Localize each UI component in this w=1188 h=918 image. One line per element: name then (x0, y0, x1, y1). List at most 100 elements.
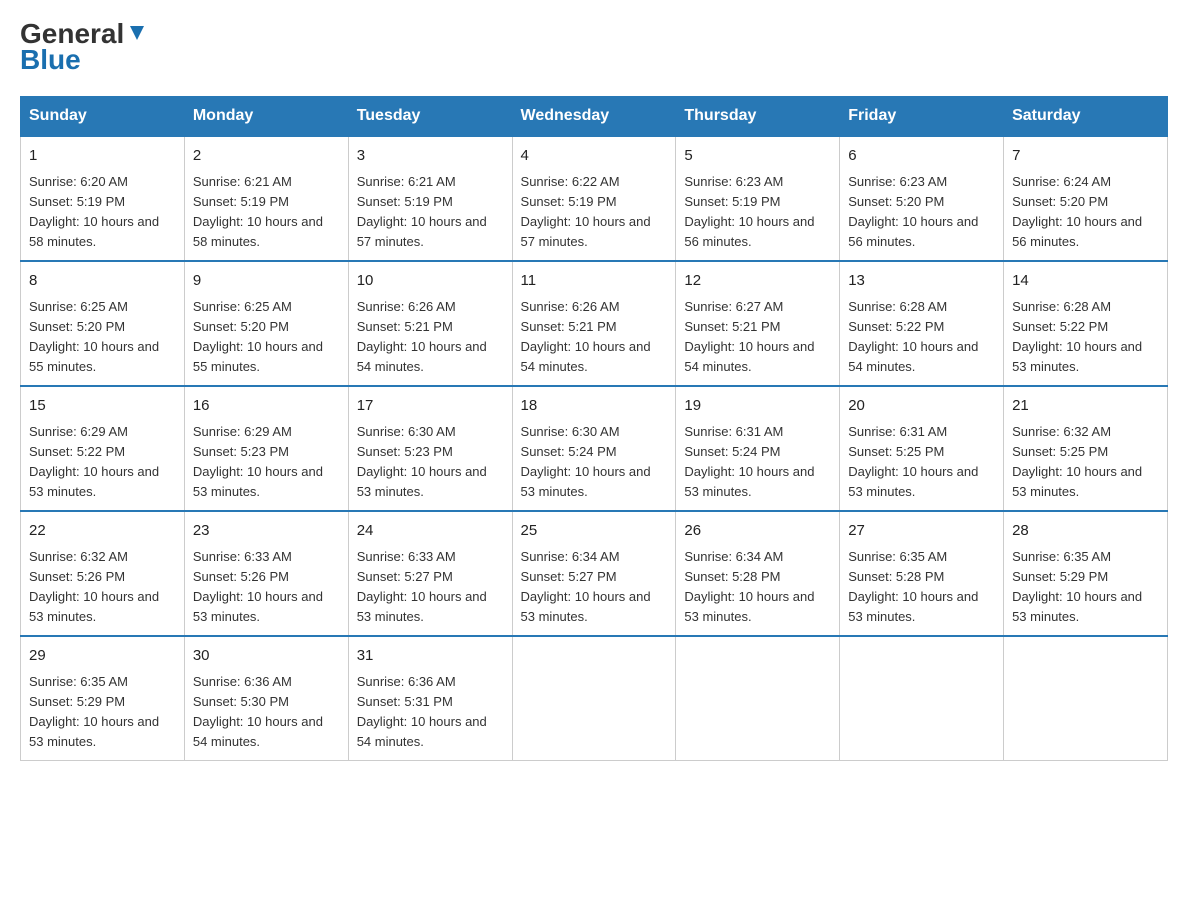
day-number: 13 (848, 270, 995, 293)
day-info: Sunrise: 6:31 AMSunset: 5:25 PMDaylight:… (848, 424, 978, 499)
day-info: Sunrise: 6:23 AMSunset: 5:19 PMDaylight:… (684, 174, 814, 249)
header-cell-monday: Monday (184, 97, 348, 137)
calendar-cell: 23 Sunrise: 6:33 AMSunset: 5:26 PMDayligh… (184, 511, 348, 636)
calendar-cell: 29Sunrise: 6:35 AMSunset: 5:29 PMDayligh… (21, 636, 185, 761)
day-info: Sunrise: 6:26 AMSunset: 5:21 PMDaylight:… (357, 299, 487, 374)
calendar-cell: 31Sunrise: 6:36 AMSunset: 5:31 PMDayligh… (348, 636, 512, 761)
calendar-cell: 9 Sunrise: 6:25 AMSunset: 5:20 PMDaylight… (184, 261, 348, 386)
week-row-4: 22Sunrise: 6:32 AMSunset: 5:26 PMDayligh… (21, 511, 1168, 636)
header-cell-tuesday: Tuesday (348, 97, 512, 137)
calendar-cell: 22Sunrise: 6:32 AMSunset: 5:26 PMDayligh… (21, 511, 185, 636)
day-info: Sunrise: 6:34 AMSunset: 5:27 PMDaylight:… (521, 549, 651, 624)
calendar-table: SundayMondayTuesdayWednesdayThursdayFrid… (20, 96, 1168, 761)
day-info: Sunrise: 6:36 AMSunset: 5:31 PMDaylight:… (357, 674, 487, 749)
header-cell-thursday: Thursday (676, 97, 840, 137)
logo-blue: Blue (20, 44, 81, 76)
header-cell-wednesday: Wednesday (512, 97, 676, 137)
calendar-cell: 3 Sunrise: 6:21 AMSunset: 5:19 PMDaylight… (348, 136, 512, 261)
calendar-cell: 2 Sunrise: 6:21 AMSunset: 5:19 PMDaylight… (184, 136, 348, 261)
day-info: Sunrise: 6:28 AMSunset: 5:22 PMDaylight:… (848, 299, 978, 374)
calendar-cell: 24Sunrise: 6:33 AMSunset: 5:27 PMDayligh… (348, 511, 512, 636)
calendar-cell: 25Sunrise: 6:34 AMSunset: 5:27 PMDayligh… (512, 511, 676, 636)
calendar-cell: 4 Sunrise: 6:22 AMSunset: 5:19 PMDaylight… (512, 136, 676, 261)
calendar-cell: 14 Sunrise: 6:28 AMSunset: 5:22 PMDayligh… (1004, 261, 1168, 386)
day-number: 30 (193, 645, 340, 668)
day-number: 11 (521, 270, 668, 293)
calendar-cell: 6 Sunrise: 6:23 AMSunset: 5:20 PMDaylight… (840, 136, 1004, 261)
day-number: 5 (684, 145, 831, 168)
day-number: 16 (193, 395, 340, 418)
day-number: 12 (684, 270, 831, 293)
day-number: 8 (29, 270, 176, 293)
calendar-cell (512, 636, 676, 761)
calendar-cell (840, 636, 1004, 761)
day-info: Sunrise: 6:30 AMSunset: 5:24 PMDaylight:… (521, 424, 651, 499)
week-row-5: 29Sunrise: 6:35 AMSunset: 5:29 PMDayligh… (21, 636, 1168, 761)
day-number: 21 (1012, 395, 1159, 418)
day-info: Sunrise: 6:21 AMSunset: 5:19 PMDaylight:… (193, 174, 323, 249)
week-row-3: 15 Sunrise: 6:29 AMSunset: 5:22 PMDayligh… (21, 386, 1168, 511)
day-number: 3 (357, 145, 504, 168)
logo: General Blue (20, 20, 148, 76)
day-info: Sunrise: 6:29 AMSunset: 5:23 PMDaylight:… (193, 424, 323, 499)
day-info: Sunrise: 6:30 AMSunset: 5:23 PMDaylight:… (357, 424, 487, 499)
calendar-cell: 5 Sunrise: 6:23 AMSunset: 5:19 PMDaylight… (676, 136, 840, 261)
day-info: Sunrise: 6:32 AMSunset: 5:26 PMDaylight:… (29, 549, 159, 624)
day-info: Sunrise: 6:35 AMSunset: 5:28 PMDaylight:… (848, 549, 978, 624)
day-number: 4 (521, 145, 668, 168)
calendar-cell (676, 636, 840, 761)
day-number: 15 (29, 395, 176, 418)
day-number: 24 (357, 520, 504, 543)
calendar-cell: 18 Sunrise: 6:30 AMSunset: 5:24 PMDayligh… (512, 386, 676, 511)
calendar-cell: 1Sunrise: 6:20 AMSunset: 5:19 PMDaylight… (21, 136, 185, 261)
calendar-cell (1004, 636, 1168, 761)
day-number: 17 (357, 395, 504, 418)
day-number: 18 (521, 395, 668, 418)
calendar-header: SundayMondayTuesdayWednesdayThursdayFrid… (21, 97, 1168, 137)
week-row-1: 1Sunrise: 6:20 AMSunset: 5:19 PMDaylight… (21, 136, 1168, 261)
day-info: Sunrise: 6:25 AMSunset: 5:20 PMDaylight:… (29, 299, 159, 374)
calendar-cell: 10Sunrise: 6:26 AMSunset: 5:21 PMDayligh… (348, 261, 512, 386)
calendar-cell: 12Sunrise: 6:27 AMSunset: 5:21 PMDayligh… (676, 261, 840, 386)
day-number: 1 (29, 145, 176, 168)
day-info: Sunrise: 6:22 AMSunset: 5:19 PMDaylight:… (521, 174, 651, 249)
calendar-cell: 15 Sunrise: 6:29 AMSunset: 5:22 PMDayligh… (21, 386, 185, 511)
day-number: 9 (193, 270, 340, 293)
day-number: 7 (1012, 145, 1159, 168)
day-info: Sunrise: 6:28 AMSunset: 5:22 PMDaylight:… (1012, 299, 1142, 374)
day-number: 27 (848, 520, 995, 543)
calendar-cell: 30Sunrise: 6:36 AMSunset: 5:30 PMDayligh… (184, 636, 348, 761)
calendar-cell: 27 Sunrise: 6:35 AMSunset: 5:28 PMDayligh… (840, 511, 1004, 636)
day-number: 2 (193, 145, 340, 168)
week-row-2: 8 Sunrise: 6:25 AMSunset: 5:20 PMDaylight… (21, 261, 1168, 386)
header-row: SundayMondayTuesdayWednesdayThursdayFrid… (21, 97, 1168, 137)
calendar-cell: 17 Sunrise: 6:30 AMSunset: 5:23 PMDayligh… (348, 386, 512, 511)
day-info: Sunrise: 6:34 AMSunset: 5:28 PMDaylight:… (684, 549, 814, 624)
day-info: Sunrise: 6:29 AMSunset: 5:22 PMDaylight:… (29, 424, 159, 499)
day-info: Sunrise: 6:31 AMSunset: 5:24 PMDaylight:… (684, 424, 814, 499)
day-number: 20 (848, 395, 995, 418)
day-info: Sunrise: 6:23 AMSunset: 5:20 PMDaylight:… (848, 174, 978, 249)
calendar-cell: 8 Sunrise: 6:25 AMSunset: 5:20 PMDaylight… (21, 261, 185, 386)
day-info: Sunrise: 6:33 AMSunset: 5:26 PMDaylight:… (193, 549, 323, 624)
header-cell-saturday: Saturday (1004, 97, 1168, 137)
day-info: Sunrise: 6:25 AMSunset: 5:20 PMDaylight:… (193, 299, 323, 374)
calendar-cell: 7Sunrise: 6:24 AMSunset: 5:20 PMDaylight… (1004, 136, 1168, 261)
calendar-cell: 28 Sunrise: 6:35 AMSunset: 5:29 PMDayligh… (1004, 511, 1168, 636)
day-number: 6 (848, 145, 995, 168)
calendar-cell: 11 Sunrise: 6:26 AMSunset: 5:21 PMDayligh… (512, 261, 676, 386)
day-number: 23 (193, 520, 340, 543)
calendar-cell: 13 Sunrise: 6:28 AMSunset: 5:22 PMDayligh… (840, 261, 1004, 386)
day-info: Sunrise: 6:35 AMSunset: 5:29 PMDaylight:… (1012, 549, 1142, 624)
calendar-cell: 21 Sunrise: 6:32 AMSunset: 5:25 PMDayligh… (1004, 386, 1168, 511)
header-cell-sunday: Sunday (21, 97, 185, 137)
day-info: Sunrise: 6:32 AMSunset: 5:25 PMDaylight:… (1012, 424, 1142, 499)
day-info: Sunrise: 6:35 AMSunset: 5:29 PMDaylight:… (29, 674, 159, 749)
day-info: Sunrise: 6:26 AMSunset: 5:21 PMDaylight:… (521, 299, 651, 374)
day-number: 28 (1012, 520, 1159, 543)
calendar-cell: 16 Sunrise: 6:29 AMSunset: 5:23 PMDayligh… (184, 386, 348, 511)
day-number: 14 (1012, 270, 1159, 293)
calendar-body: 1Sunrise: 6:20 AMSunset: 5:19 PMDaylight… (21, 136, 1168, 761)
day-info: Sunrise: 6:21 AMSunset: 5:19 PMDaylight:… (357, 174, 487, 249)
header-cell-friday: Friday (840, 97, 1004, 137)
